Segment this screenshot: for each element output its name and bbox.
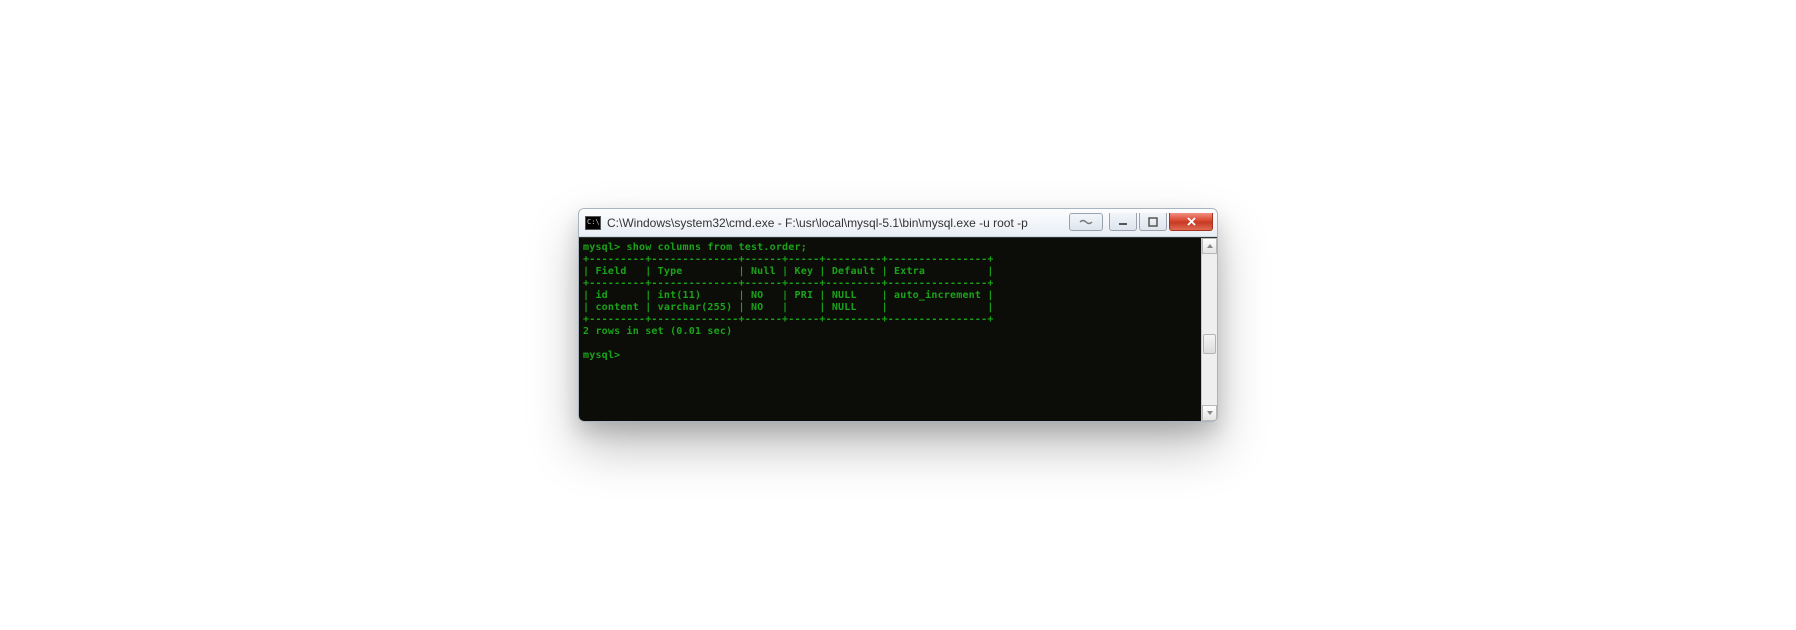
table-header: | Field | Type | Null | Key | Default | … [583, 266, 994, 277]
table-row: | id | int(11) | NO | PRI | NULL | auto_… [583, 290, 994, 301]
close-button[interactable] [1169, 213, 1213, 231]
scroll-thumb[interactable] [1203, 334, 1216, 354]
table-row: | content | varchar(255) | NO | | NULL |… [583, 302, 994, 313]
window-controls [1069, 213, 1213, 231]
scroll-up-button[interactable] [1202, 238, 1217, 254]
status-line: 2 rows in set (0.01 sec) [583, 326, 732, 337]
scroll-down-button[interactable] [1202, 405, 1217, 421]
cmd-icon [585, 216, 601, 230]
table-border: +---------+--------------+------+-----+-… [583, 278, 994, 289]
scroll-track[interactable] [1202, 254, 1217, 405]
cmd-window: C:\Windows\system32\cmd.exe - F:\usr\loc… [578, 208, 1218, 422]
terminal-output: mysql> show columns from test.order; +--… [583, 242, 1211, 362]
aero-extra-button[interactable] [1069, 213, 1103, 231]
minimize-button[interactable] [1109, 213, 1137, 231]
window-title: C:\Windows\system32\cmd.exe - F:\usr\loc… [607, 216, 1063, 230]
terminal-client-area[interactable]: mysql> show columns from test.order; +--… [579, 237, 1217, 421]
titlebar[interactable]: C:\Windows\system32\cmd.exe - F:\usr\loc… [579, 209, 1217, 237]
table-border: +---------+--------------+------+-----+-… [583, 314, 994, 325]
vertical-scrollbar[interactable] [1201, 238, 1217, 421]
prompt-line: mysql> [583, 350, 620, 361]
maximize-button[interactable] [1139, 213, 1167, 231]
table-border: +---------+--------------+------+-----+-… [583, 254, 994, 265]
prompt-line: mysql> show columns from test.order; [583, 242, 807, 253]
